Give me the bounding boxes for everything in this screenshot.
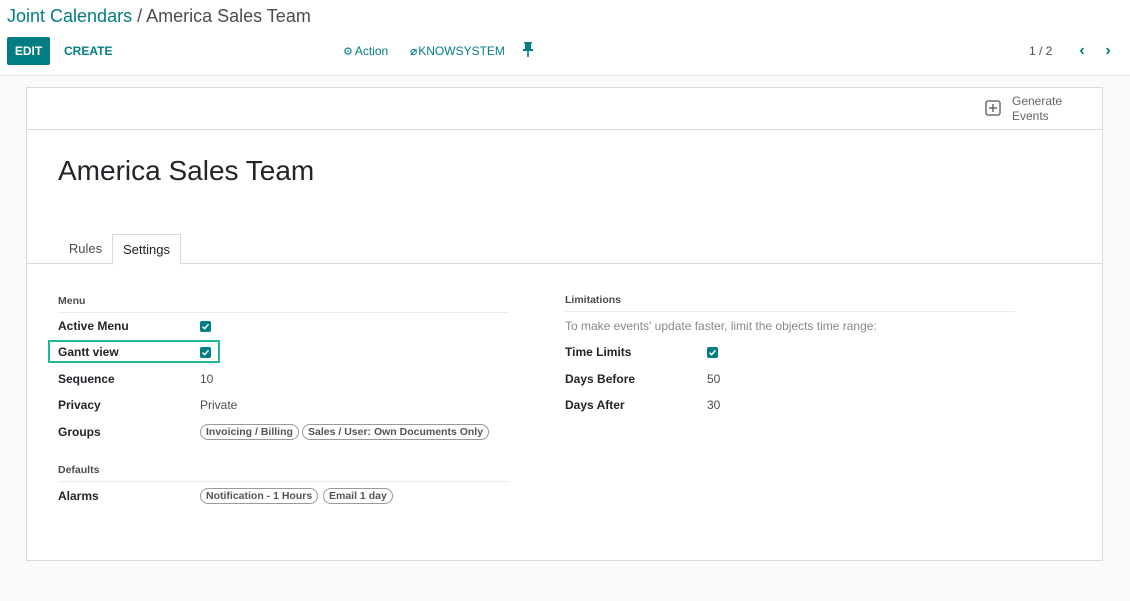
action-dropdown[interactable]: ⚙ Action [343,37,388,65]
alarms-tag-notification[interactable]: Notification - 1 Hours [200,488,319,504]
active-menu-checkbox[interactable] [200,321,211,332]
days-before-label: Days Before [565,372,636,386]
generate-line1: Generate [1012,94,1063,108]
menu-group-heading: Menu [58,294,508,313]
breadcrumb-current: America Sales Team [146,6,311,26]
button-box: Generate Events [27,88,1102,130]
privacy-label: Privacy [58,398,101,412]
pager-value[interactable]: 1 / 2 [1029,37,1052,65]
breadcrumb: Joint Calendars / America Sales Team [7,5,311,27]
knowsystem-label: KNOWSYSTEM [418,44,505,58]
form-sheet: Generate Events America Sales Team Rules… [26,87,1103,561]
tab-rules[interactable]: Rules [59,234,112,264]
gear-icon: ⚙ [343,46,353,58]
generate-line2: Events [1012,109,1049,123]
days-after-value: 30 [707,398,721,412]
gantt-view-label: Gantt view [58,345,119,359]
control-panel: Joint Calendars / America Sales Team EDI… [0,0,1130,76]
plus-square-icon [985,100,1001,116]
generate-events-label: Generate Events [1012,94,1072,124]
privacy-value: Private [200,398,238,412]
groups-tag-sales[interactable]: Sales / User: Own Documents Only [302,424,490,440]
generate-events-button[interactable]: Generate Events [985,88,1101,130]
chevron-left-icon[interactable]: ‹ [1074,37,1090,65]
breadcrumb-parent-link[interactable]: Joint Calendars [7,6,132,26]
days-after-label: Days After [565,398,625,412]
pin-icon[interactable] [521,40,535,60]
time-limits-checkbox[interactable] [707,347,718,358]
breadcrumb-separator: / [132,6,147,26]
action-label: Action [354,44,389,58]
knowsystem-button[interactable]: ⌀KNOWSYSTEM [410,37,505,65]
tab-settings[interactable]: Settings [112,234,181,265]
sequence-label: Sequence [58,372,115,386]
gantt-view-checkbox[interactable] [200,347,211,358]
record-title: America Sales Team [58,155,315,186]
alarms-label: Alarms [58,489,99,503]
defaults-group-heading: Defaults [58,463,508,482]
groups-tag-invoicing[interactable]: Invoicing / Billing [200,424,299,440]
limitations-help-text: To make events' update faster, limit the… [565,319,877,333]
groups-label: Groups [58,425,101,439]
active-menu-label: Active Menu [58,319,129,333]
create-button[interactable]: CREATE [64,37,112,65]
time-limits-label: Time Limits [565,345,632,359]
days-before-value: 50 [707,372,721,386]
sequence-value: 10 [200,372,214,386]
knowsystem-icon: ⌀ [410,44,418,58]
alarms-tag-email[interactable]: Email 1 day [323,488,393,504]
chevron-right-icon[interactable]: › [1100,37,1116,65]
limitations-group-heading: Limitations [565,293,1015,312]
tabs-divider [27,263,1102,264]
edit-button[interactable]: EDIT [7,37,50,65]
